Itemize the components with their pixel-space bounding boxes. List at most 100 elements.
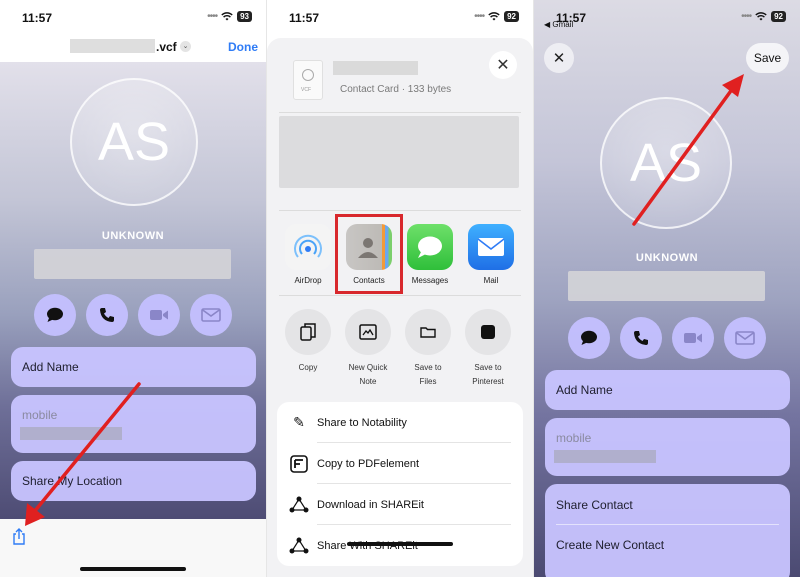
mobile-field[interactable]: mobile (545, 418, 790, 476)
menu-download-in-shareit[interactable]: Download in SHAREit (277, 484, 523, 525)
file-name-blur (333, 61, 418, 75)
action-label: New Quick Note (348, 363, 388, 386)
shareit-icon (285, 537, 313, 555)
avatar: AS (70, 78, 198, 206)
action-copy[interactable]: Copy (285, 309, 331, 389)
cancel-button[interactable]: ✕ (544, 43, 574, 73)
video-icon (150, 310, 168, 320)
quick-note-icon (345, 309, 391, 355)
quick-actions (568, 317, 766, 359)
menu-copy-to-pdfelement[interactable]: Copy to PDFelement (277, 443, 523, 484)
panel-contact-preview: 11:57 •••• 93 .vcf ⌄ Done AS UNKNOWN Add… (0, 0, 266, 577)
file-meta: Contact Card · 133 bytes (340, 84, 452, 95)
mobile-number-blur (554, 450, 656, 463)
app-messages[interactable]: Messages (407, 224, 453, 285)
phone-icon (100, 308, 114, 322)
signal-icon: •••• (207, 11, 218, 22)
contact-options-list: Share Contact Create New Contact (545, 484, 790, 577)
phone-icon (634, 331, 648, 345)
mobile-number-blur (20, 427, 122, 440)
mail-button[interactable] (190, 294, 232, 336)
mail-icon (735, 331, 755, 345)
battery-icon: 93 (237, 11, 252, 22)
mail-app-icon (468, 224, 514, 270)
chevron-down-icon[interactable]: ⌄ (180, 41, 191, 52)
share-sheet: VCF Contact Card · 133 bytes ✕ AirDrop C… (267, 38, 533, 577)
call-button[interactable] (86, 294, 128, 336)
share-icon[interactable] (11, 528, 27, 546)
wifi-icon (221, 12, 233, 21)
status-icons: •••• 92 (474, 11, 519, 22)
signal-icon: •••• (741, 11, 752, 22)
status-bar: 11:57 •••• 92 (267, 0, 533, 30)
status-time: 11:57 (22, 11, 53, 25)
contact-file-icon (302, 69, 314, 81)
app-label: AirDrop (294, 276, 322, 285)
apps-separator (279, 210, 521, 211)
preview-area (279, 116, 519, 188)
video-icon (684, 333, 702, 343)
message-button[interactable] (568, 317, 610, 359)
video-button[interactable] (672, 317, 714, 359)
close-button[interactable]: ✕ (489, 51, 517, 79)
action-save-to-files[interactable]: Save to Files (405, 309, 451, 389)
screenshot-stage: 11:57 •••• 93 .vcf ⌄ Done AS UNKNOWN Add… (0, 0, 800, 577)
action-quick-note[interactable]: New Quick Note (345, 309, 391, 389)
menu-label: Share to Notability (317, 416, 407, 429)
pinterest-icon (465, 309, 511, 355)
message-button[interactable] (34, 294, 76, 336)
add-name-label: Add Name (556, 383, 613, 397)
status-icons: •••• 92 (741, 11, 786, 22)
airdrop-icon (285, 224, 331, 270)
action-label: Save to Pinterest (472, 363, 504, 386)
share-location-label: Share My Location (22, 474, 123, 488)
call-button[interactable] (620, 317, 662, 359)
quick-actions (34, 294, 232, 336)
name-placeholder-blur (34, 249, 231, 279)
share-contact-button[interactable]: Share Contact (556, 498, 633, 512)
file-ext-icon: VCF (301, 87, 311, 93)
video-button[interactable] (138, 294, 180, 336)
app-label: Messages (411, 276, 449, 285)
home-indicator (347, 542, 453, 546)
done-button[interactable]: Done (228, 40, 258, 54)
status-bar: 11:57 ◀ Gmail •••• 92 (534, 0, 800, 30)
shareit-icon (285, 496, 313, 514)
menu-share-to-notability[interactable]: ✎ Share to Notability (277, 402, 523, 443)
message-icon (581, 330, 597, 345)
messages-icon (407, 224, 453, 270)
avatar: AS (600, 97, 732, 229)
mail-icon (201, 308, 221, 322)
add-name-field[interactable]: Add Name (11, 347, 256, 387)
signal-icon: •••• (474, 11, 485, 22)
folder-icon (405, 309, 451, 355)
share-location-button[interactable]: Share My Location (11, 461, 256, 501)
action-label: Copy (298, 363, 318, 372)
message-icon (47, 307, 63, 322)
app-mail[interactable]: Mail (468, 224, 514, 285)
action-row: Copy New Quick Note Save to Files Save t… (285, 309, 511, 389)
mobile-label: mobile (556, 431, 592, 445)
mobile-field[interactable]: mobile (11, 395, 256, 453)
filename-suffix: .vcf (156, 40, 177, 54)
app-label: Mail (483, 276, 499, 285)
save-button[interactable]: Save (746, 43, 789, 73)
list-separator (556, 524, 779, 525)
mobile-label: mobile (22, 408, 58, 422)
status-bar: 11:57 •••• 93 (0, 0, 266, 30)
actions-separator (279, 295, 521, 296)
mail-button[interactable] (724, 317, 766, 359)
contacts-highlight-box (335, 214, 403, 294)
action-save-to-pinterest[interactable]: Save to Pinterest (465, 309, 511, 389)
back-to-gmail[interactable]: ◀ Gmail (544, 20, 573, 29)
app-airdrop[interactable]: AirDrop (285, 224, 331, 285)
battery-icon: 92 (504, 11, 519, 22)
menu-label: Download in SHAREit (317, 498, 424, 511)
status-icons: •••• 93 (207, 11, 252, 22)
add-name-field[interactable]: Add Name (545, 370, 790, 410)
create-new-contact-button[interactable]: Create New Contact (556, 538, 664, 552)
status-time: 11:57 (289, 11, 320, 25)
menu-label: Copy to PDFelement (317, 457, 420, 470)
file-thumbnail: VCF (293, 60, 323, 100)
copy-icon (285, 309, 331, 355)
